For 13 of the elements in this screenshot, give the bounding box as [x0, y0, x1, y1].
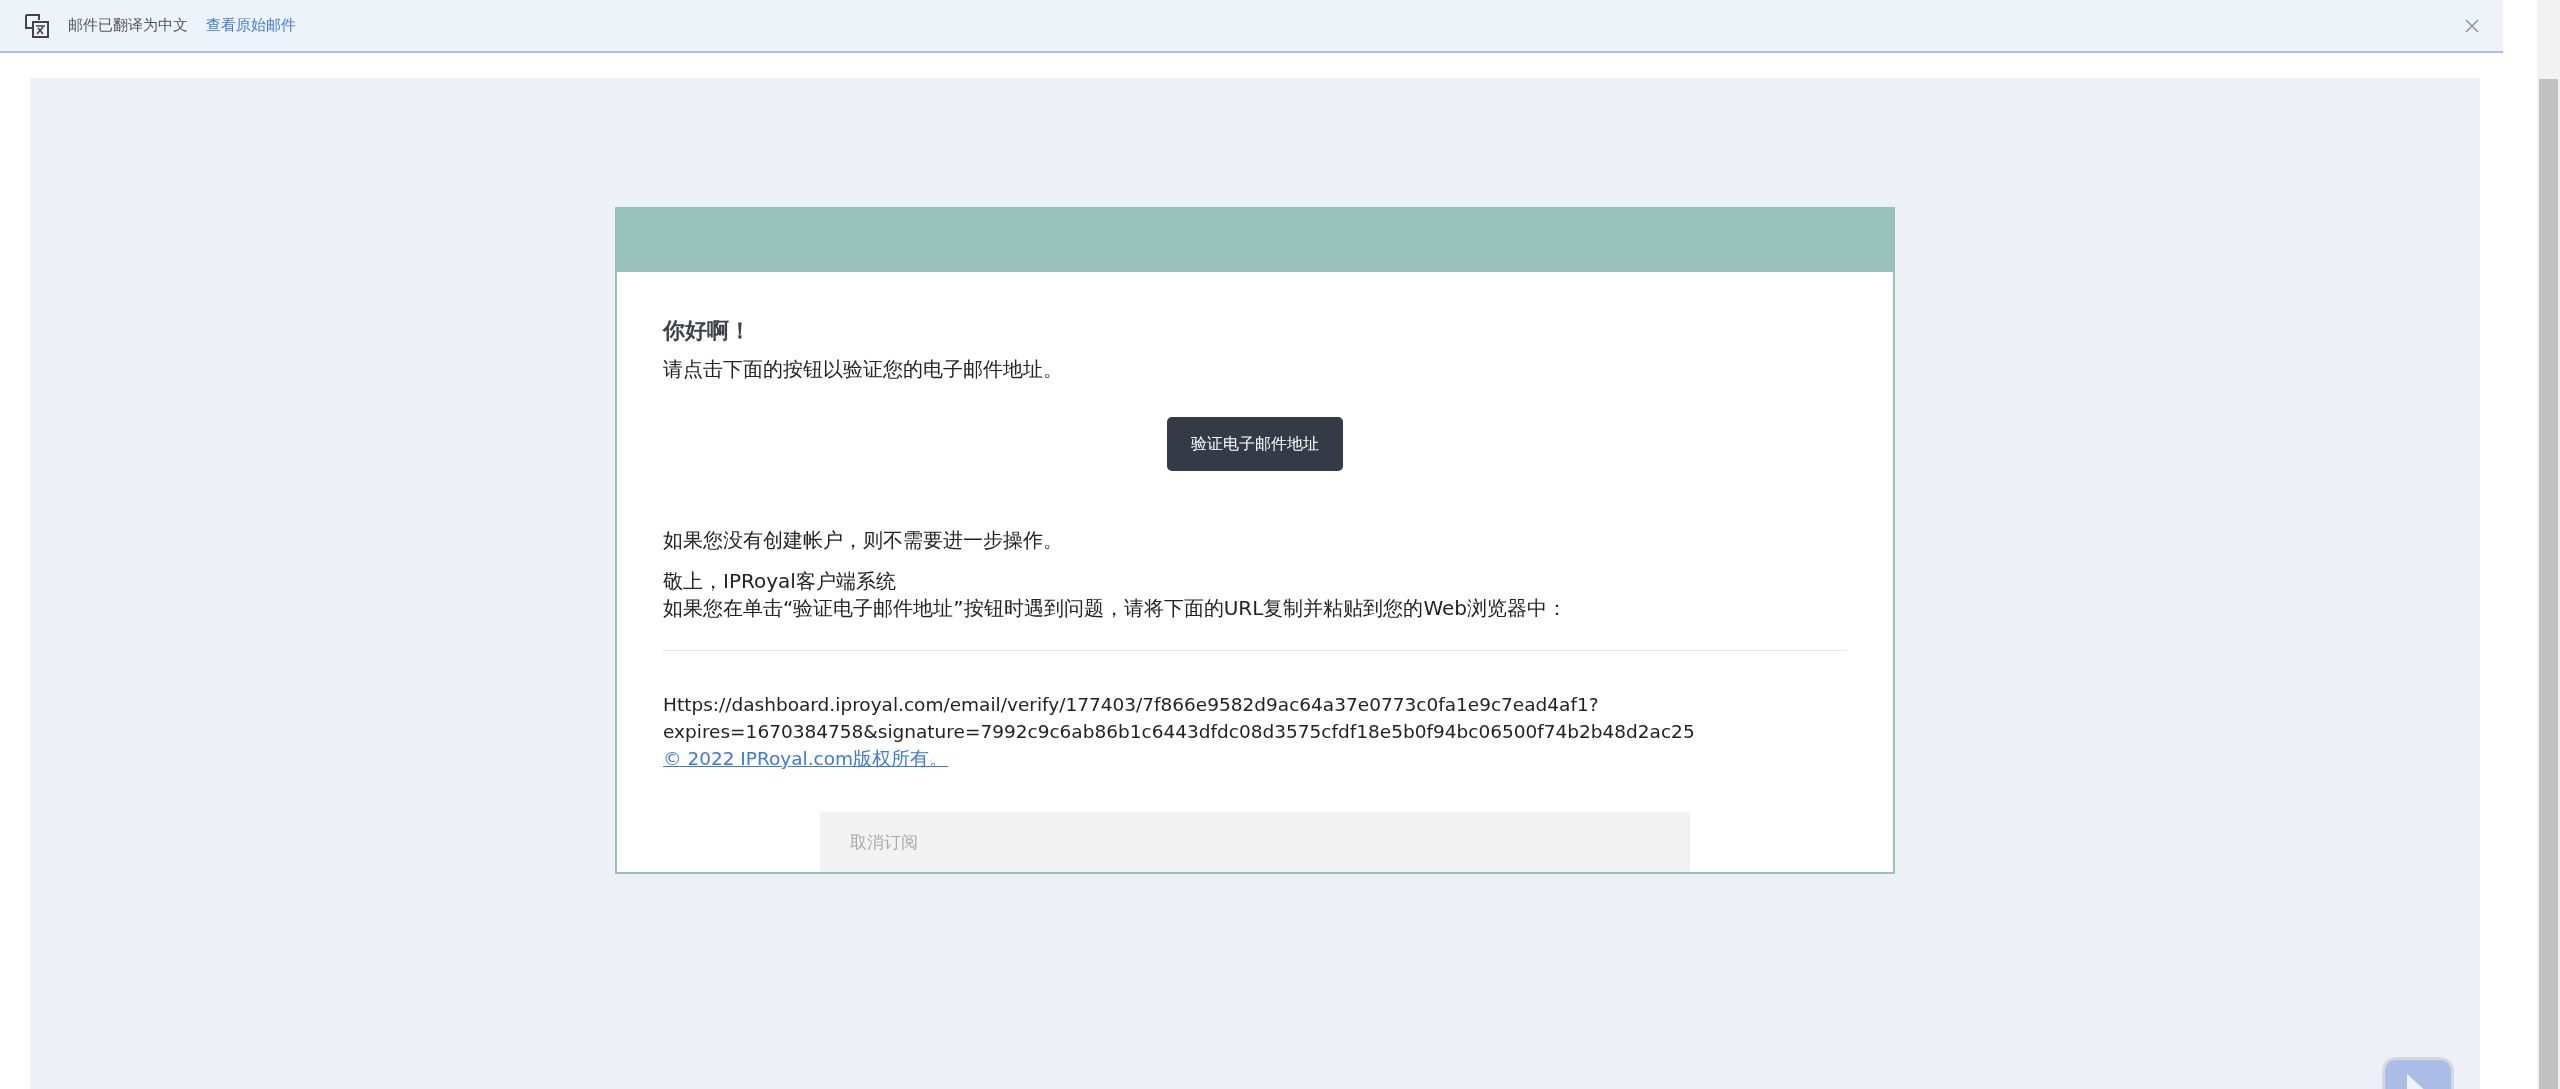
greeting: 你好啊！ — [663, 317, 752, 345]
trouble-text: 如果您在单击“验证电子邮件地址”按钮时遇到问题，请将下面的URL复制并粘贴到您的Web浏览器中： — [663, 595, 1568, 622]
close-button[interactable] — [2465, 18, 2479, 33]
verify-email-button[interactable]: 验证电子邮件地址 — [1167, 417, 1343, 471]
verify-url-text: Https://dashboard.iproyal.com/email/verify/177403/7f866e9582d9ac64a37e0773c0fa1e9c7ead4af1?expires=1670384758&signature=7992c9c6ab86b1c6443dfdc08d3575cfdf18e5b0f94bc06500f74b2b48d2ac25 © 2022 IPRoyal.com版权所有。 — [663, 693, 1696, 771]
copyright-link[interactable]: © 2022 IPRoyal.com版权所有。 — [663, 748, 949, 769]
intro-text: 请点击下面的按钮以验证您的电子邮件地址。 — [663, 356, 1064, 383]
view-original-link[interactable]: 查看原始邮件 — [206, 16, 296, 35]
close-icon — [2465, 18, 2479, 33]
translate-icon — [24, 12, 50, 39]
translation-notice: 邮件已翻译为中文 — [68, 16, 188, 35]
signature-text: 敬上，IPRoyal客户端系统 — [663, 568, 897, 595]
no-account-text: 如果您没有创建帐户，则不需要进一步操作。 — [663, 527, 1064, 554]
